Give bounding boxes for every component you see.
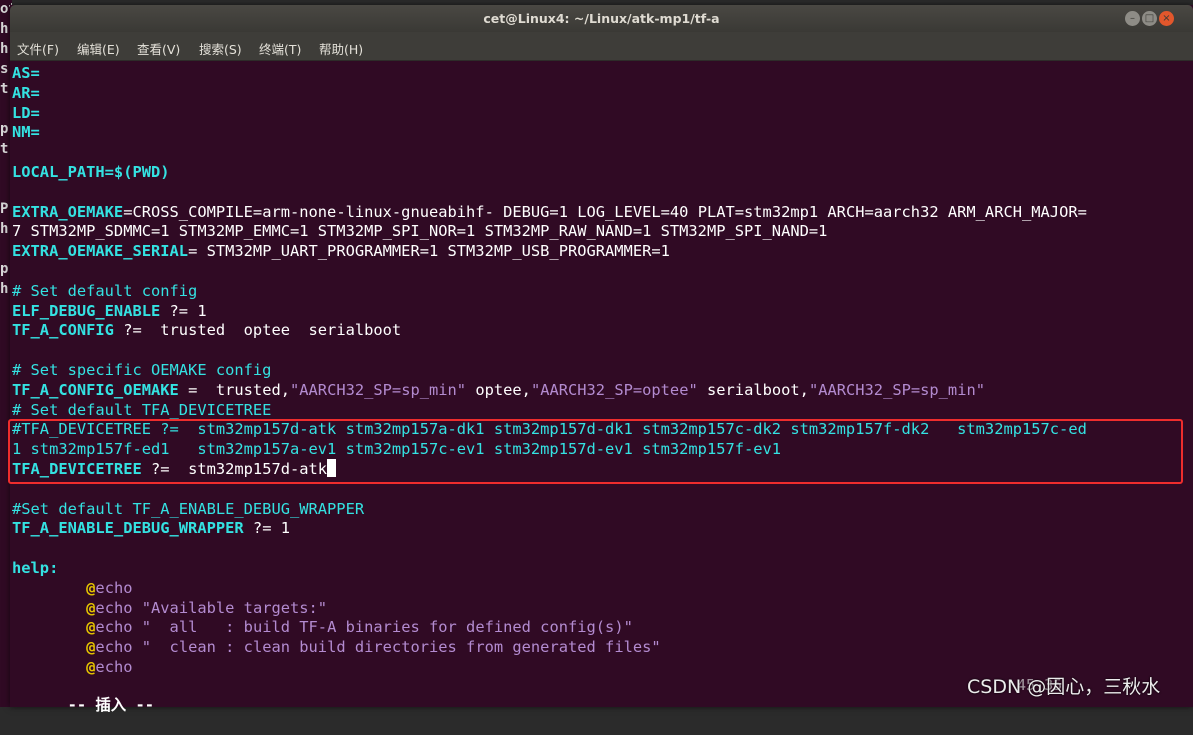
scrollbar[interactable] (1185, 61, 1193, 707)
code-line: ELF_DEBUG_ENABLE ?= 1 (12, 301, 207, 321)
background-text-fragment: h (0, 281, 9, 297)
code-line: @echo " clean : clean build directories … (12, 637, 661, 657)
code-token: TF_A_CONFIG_OEMAKE (12, 380, 179, 399)
code-token: # Set default config (12, 281, 198, 300)
background-text-fragment: t (0, 141, 9, 157)
menu-search[interactable]: 搜索(S) (199, 39, 242, 58)
code-token: TF_A_ENABLE_DEBUG_WRAPPER (12, 519, 244, 538)
close-button[interactable]: × (1159, 11, 1174, 26)
menu-bar: 文件(F) 编辑(E) 查看(V) 搜索(S) 终端(T) 帮助(H) (10, 32, 1193, 61)
code-token: NM= (12, 123, 40, 142)
code-line: @echo "Available targets:" (12, 598, 327, 618)
insert-mode-indicator: -- 插入 -- (67, 696, 154, 714)
code-token: ELF_DEBUG_ENABLE (12, 301, 161, 320)
code-token: echo "Available targets:" (95, 598, 328, 617)
title-bar[interactable]: cet@Linux4: ~/Linux/atk-mp1/tf-a – □ × (10, 5, 1193, 32)
code-line: help: (12, 558, 58, 578)
code-line: AS= (12, 63, 40, 83)
menu-terminal[interactable]: 终端(T) (259, 39, 301, 58)
code-token: #Set default TF_A_ENABLE_DEBUG_WRAPPER (12, 499, 365, 518)
code-line: @echo (12, 578, 133, 598)
code-line: TF_A_CONFIG ?= trusted optee serialboot (12, 320, 401, 340)
code-line: EXTRA_OEMAKE_SERIAL= STM32MP_UART_PROGRA… (12, 241, 670, 261)
code-token: help: (12, 559, 59, 577)
code-token: "AARCH32_SP=optee" (530, 380, 698, 399)
code-line: LOCAL_PATH=$(PWD) (12, 162, 170, 182)
background-text-fragment: h (0, 221, 9, 237)
code-line: #Set default TF_A_ENABLE_DEBUG_WRAPPER (12, 499, 364, 519)
code-token: # Set default TFA_DEVICETREE (12, 400, 272, 419)
code-line: # Set default TFA_DEVICETREE (12, 400, 271, 420)
highlight-box (8, 419, 1183, 484)
code-token: EXTRA_OEMAKE (12, 202, 124, 221)
code-line: EXTRA_OEMAKE=CROSS_COMPILE=arm-none-linu… (12, 202, 1087, 222)
code-token: LD= (12, 103, 40, 122)
code-token: echo " clean : clean build directories f… (95, 638, 661, 657)
code-token: EXTRA_OEMAKE_SERIAL (12, 242, 189, 261)
code-token: echo (95, 578, 133, 597)
code-token: = trusted, (178, 380, 290, 399)
code-token: optee, (466, 380, 531, 399)
code-line: @echo (12, 657, 133, 677)
terminal-window[interactable]: cet@Linux4: ~/Linux/atk-mp1/tf-a – □ × 文… (8, 5, 1193, 714)
code-line: # Set default config (12, 281, 197, 301)
code-token: ?= 1 (243, 519, 290, 538)
background-text-fragment: P (0, 201, 9, 217)
code-token: AR= (12, 83, 40, 102)
code-line: # Set specific OEMAKE config (12, 360, 271, 380)
code-token: 7 STM32MP_SDMMC=1 STM32MP_EMMC=1 STM32MP… (12, 222, 828, 241)
code-line: LD= (12, 103, 40, 123)
menu-file[interactable]: 文件(F) (17, 39, 59, 58)
code-line: TF_A_CONFIG_OEMAKE = trusted,"AARCH32_SP… (12, 380, 985, 400)
background-text-fragment: t (0, 81, 9, 97)
code-line: AR= (12, 83, 40, 103)
code-line: TF_A_ENABLE_DEBUG_WRAPPER ?= 1 (12, 518, 290, 538)
code-token: "AARCH32_SP=sp_min" (290, 380, 467, 399)
terminal-content[interactable]: AS= AR= LD= NM= LOCAL_PATH=$(PWD) EXTRA_OEMAK… (8, 61, 1193, 714)
window-title: cet@Linux4: ~/Linux/atk-mp1/tf-a (483, 11, 720, 26)
code-token: AS= (12, 64, 40, 82)
background-text-fragment: p (0, 261, 9, 277)
code-token: TF_A_CONFIG (12, 321, 114, 340)
code-token: echo (95, 658, 133, 676)
code-token: = STM32MP_UART_PROGRAMMER=1 STM32MP_USB_… (188, 242, 670, 261)
background-text-fragment: s (0, 61, 9, 77)
code-token: "AARCH32_SP=sp_min" (808, 380, 985, 399)
status-line: -- 插入 -- (12, 675, 154, 714)
background-text-fragment: h (0, 41, 9, 57)
code-token: =CROSS_COMPILE=arm-none-linux-gnueabihf-… (123, 202, 1087, 221)
code-token: LOCAL_PATH=$(PWD) (12, 163, 170, 181)
background-text-fragment: p (0, 121, 9, 137)
code-token: echo " all : build TF-A binaries for def… (95, 618, 633, 637)
menu-edit[interactable]: 编辑(E) (77, 39, 120, 58)
code-line: 7 STM32MP_SDMMC=1 STM32MP_EMMC=1 STM32MP… (12, 221, 827, 241)
code-token: serialboot, (697, 380, 809, 399)
code-line: NM= (12, 122, 40, 142)
menu-help[interactable]: 帮助(H) (319, 39, 363, 58)
watermark: CSDN @因心，三秋水 (967, 676, 1161, 698)
background-text-fragment: h (0, 21, 9, 37)
code-line: @echo " all : build TF-A binaries for de… (12, 617, 633, 637)
code-token: ?= 1 (160, 301, 207, 320)
maximize-button[interactable]: □ (1142, 11, 1157, 26)
code-token: # Set specific OEMAKE config (12, 361, 272, 379)
menu-view[interactable]: 查看(V) (137, 39, 180, 58)
minimize-button[interactable]: – (1125, 11, 1140, 26)
code-token: ?= trusted optee serialboot (113, 321, 402, 340)
